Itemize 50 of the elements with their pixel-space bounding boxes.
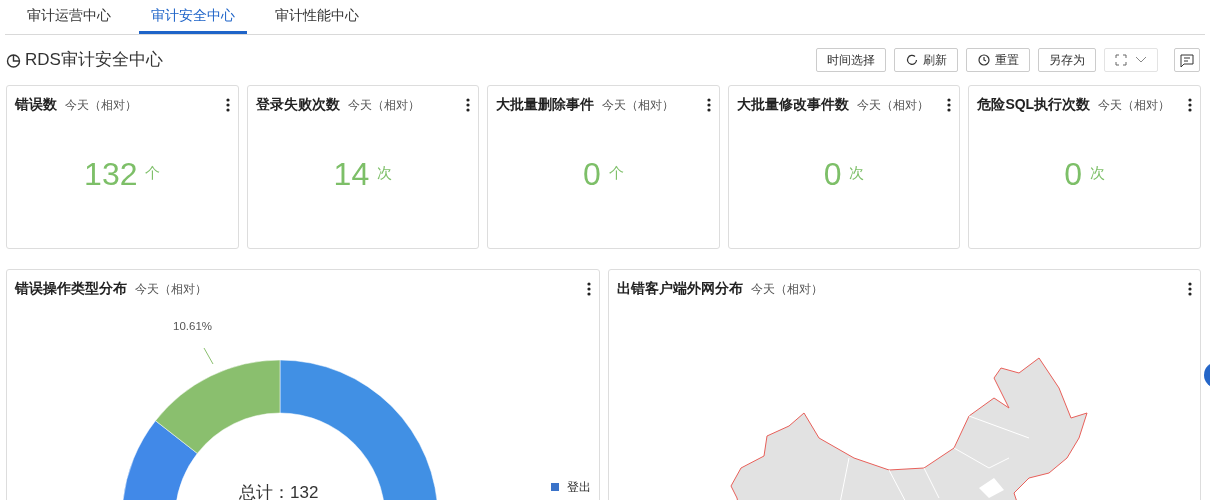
time-range: 今天（相对） [856,96,929,114]
legend-label: 登出 [567,479,591,496]
card-title: 大批量删除事件 [496,95,595,114]
refresh-button[interactable]: 刷新 [894,48,958,72]
card-title: 大批量修改事件数 [736,95,849,114]
message-icon [1179,53,1195,68]
unit-label: 次 [1090,163,1106,184]
tab[interactable]: 审计性能中心 [263,0,371,34]
unit-label: 个 [145,163,161,184]
refresh-icon [905,53,919,67]
more-icon [1187,97,1192,112]
clock-icon [977,53,991,67]
unit-label: 个 [608,163,624,184]
panel-title: 出错客户端外网分布 [616,279,743,298]
more-icon [706,97,711,112]
time-range: 今天（相对） [347,96,420,114]
toolbar-button[interactable]: 另存为 [1038,48,1096,72]
tab[interactable]: 审计安全中心 [139,0,247,34]
tab[interactable]: 审计运营中心 [15,0,123,34]
more-icon [947,97,952,112]
stat-value: 0 [823,154,842,194]
card-title: 错误数 [15,95,57,114]
comment-button[interactable] [1174,48,1200,72]
time-range: 今天（相对） [1098,96,1171,114]
expand-icon [1115,54,1127,66]
more-icon [225,97,230,112]
unit-label: 次 [377,163,393,184]
caret-icon [1135,56,1147,64]
time-range: 今天（相对） [135,280,207,298]
time-range: 今天（相对） [602,96,675,114]
page-title: RDS审计安全中心 [25,49,163,72]
reset-button[interactable]: 重置 [966,48,1030,72]
more-icon [586,281,591,296]
toolbar-button[interactable]: 时间选择 [816,48,886,72]
time-range: 今天（相对） [65,96,137,114]
stat-value: 0 [1064,154,1083,194]
time-range: 今天（相对） [750,280,823,298]
more-icon [466,97,471,112]
pie-icon [6,52,21,68]
card-title: 危险SQL执行次数 [977,95,1091,114]
panel-title: 错误操作类型分布 [15,279,127,298]
data-label: 10.61% [173,319,212,334]
stat-value: 132 [84,154,138,194]
more-icon [1188,281,1192,296]
stat-value: 14 [333,154,370,194]
total-label: 总计：132 [239,482,319,500]
fullscreen-dropdown[interactable] [1104,48,1158,72]
unit-label: 次 [849,163,865,184]
card-title: 登录失败次数 [255,95,340,114]
stat-value: 0 [583,154,601,194]
